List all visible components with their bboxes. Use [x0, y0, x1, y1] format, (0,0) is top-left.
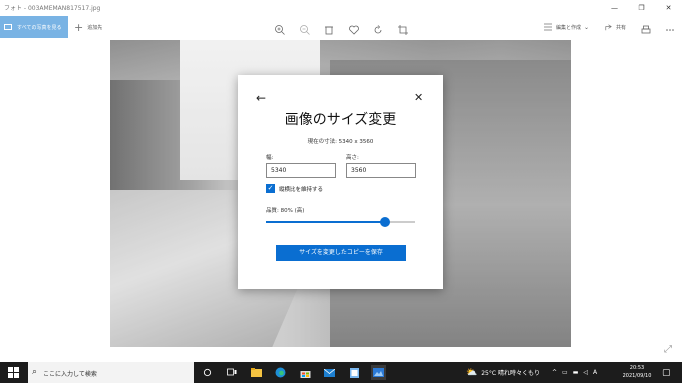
edit-create-label: 編集と作成 — [556, 24, 582, 31]
close-dialog-icon[interactable]: ✕ — [414, 91, 423, 104]
plus-icon: + — [74, 20, 84, 34]
edit-icon — [544, 23, 552, 31]
notepad-icon[interactable] — [347, 365, 362, 380]
weather-text: 25°C 晴れ時々くもり — [481, 370, 540, 377]
file-explorer-icon[interactable] — [249, 365, 264, 380]
crop-icon[interactable] — [397, 21, 409, 35]
dialog-title: 画像のサイズ変更 — [284, 112, 397, 128]
resize-dialog: ← ✕ 画像のサイズ変更 現在の寸法: 5340 x 3560 幅: 5340 … — [238, 75, 443, 289]
ime-indicator[interactable]: A — [593, 369, 597, 376]
system-tray: ^ ▭ ▬ ◁ A — [552, 362, 602, 383]
task-view-icon[interactable] — [224, 365, 239, 380]
toolbar: すべての写真を見る + 追加先 編集と作成 ⌄ 共有 — [0, 16, 682, 38]
height-label: 高さ: — [346, 155, 359, 161]
minimize-button[interactable]: — — [601, 0, 628, 16]
print-icon[interactable] — [640, 21, 652, 34]
store-icon[interactable] — [298, 365, 313, 380]
zoom-out-icon[interactable] — [299, 21, 311, 35]
notification-icon[interactable]: ▢ — [662, 362, 671, 383]
search-placeholder: ここに入力して検索 — [43, 371, 97, 378]
delete-icon[interactable] — [323, 21, 335, 35]
edit-create-button[interactable]: 編集と作成 ⌄ — [543, 16, 589, 38]
windows-start-icon[interactable] — [8, 367, 19, 378]
add-to-button[interactable]: + 追加先 — [74, 16, 102, 38]
share-label: 共有 — [616, 24, 627, 31]
width-label: 幅: — [266, 155, 274, 161]
save-resized-copy-button[interactable]: サイズを変更したコピーを保存 — [276, 245, 406, 261]
battery-icon[interactable]: ▬ — [573, 369, 579, 376]
photos-icon — [4, 24, 12, 30]
clock-date: 2021/09/10 — [622, 373, 652, 379]
more-icon[interactable] — [664, 21, 676, 33]
clock[interactable]: 20:53 2021/09/10 — [620, 364, 654, 380]
quality-slider[interactable] — [266, 217, 415, 227]
expand-icon[interactable]: ⤢ — [664, 344, 672, 355]
mail-icon[interactable] — [322, 365, 337, 380]
search-icon: ⌕ — [32, 367, 38, 377]
weather-icon: ⛅ — [466, 367, 478, 378]
chevron-up-icon[interactable]: ^ — [552, 369, 557, 376]
add-to-label: 追加先 — [87, 24, 103, 31]
share-button[interactable]: 共有 — [604, 16, 626, 38]
quality-label: 品質: 80% (高) — [266, 208, 305, 214]
clock-time: 20:53 — [629, 365, 645, 371]
taskbar: ⌕ ここに入力して検索 ⛅ 25°C 晴れ時々くもり ^ ▭ ▬ ◁ A 20:… — [0, 362, 682, 383]
quality-slider-thumb[interactable] — [380, 217, 391, 227]
share-icon — [605, 24, 612, 30]
title-bar: フォト - 003AMEMAN817517.jpg — ❐ ✕ — [0, 0, 682, 16]
network-icon[interactable]: ▭ — [562, 369, 568, 376]
window-title: フォト - 003AMEMAN817517.jpg — [4, 5, 101, 12]
quality-slider-fill — [266, 221, 386, 223]
heart-icon[interactable] — [348, 21, 360, 35]
edge-icon[interactable] — [273, 365, 288, 380]
current-dimensions: 現在の寸法: 5340 x 3560 — [307, 139, 374, 145]
width-input[interactable]: 5340 — [266, 163, 336, 178]
keep-aspect-ratio-checkbox[interactable]: ✓ — [266, 184, 275, 193]
photos-app-icon[interactable] — [371, 365, 386, 380]
chevron-down-icon: ⌄ — [584, 23, 590, 31]
taskbar-search[interactable]: ⌕ ここに入力して検索 — [28, 362, 194, 383]
weather-widget[interactable]: ⛅ 25°C 晴れ時々くもり — [466, 362, 540, 383]
cortana-icon[interactable] — [200, 365, 215, 380]
height-input[interactable]: 3560 — [346, 163, 416, 178]
zoom-in-icon[interactable] — [274, 21, 286, 35]
back-arrow-icon[interactable]: ← — [256, 91, 266, 105]
close-window-button[interactable]: ✕ — [655, 0, 682, 16]
all-photos-label: すべての写真を見る — [17, 24, 62, 31]
volume-icon[interactable]: ◁ — [583, 369, 588, 376]
keep-aspect-ratio-label: 縦横比を維持する — [279, 187, 324, 193]
rotate-icon[interactable] — [372, 21, 384, 34]
maximize-button[interactable]: ❐ — [628, 0, 655, 16]
all-photos-button[interactable]: すべての写真を見る — [0, 16, 68, 38]
